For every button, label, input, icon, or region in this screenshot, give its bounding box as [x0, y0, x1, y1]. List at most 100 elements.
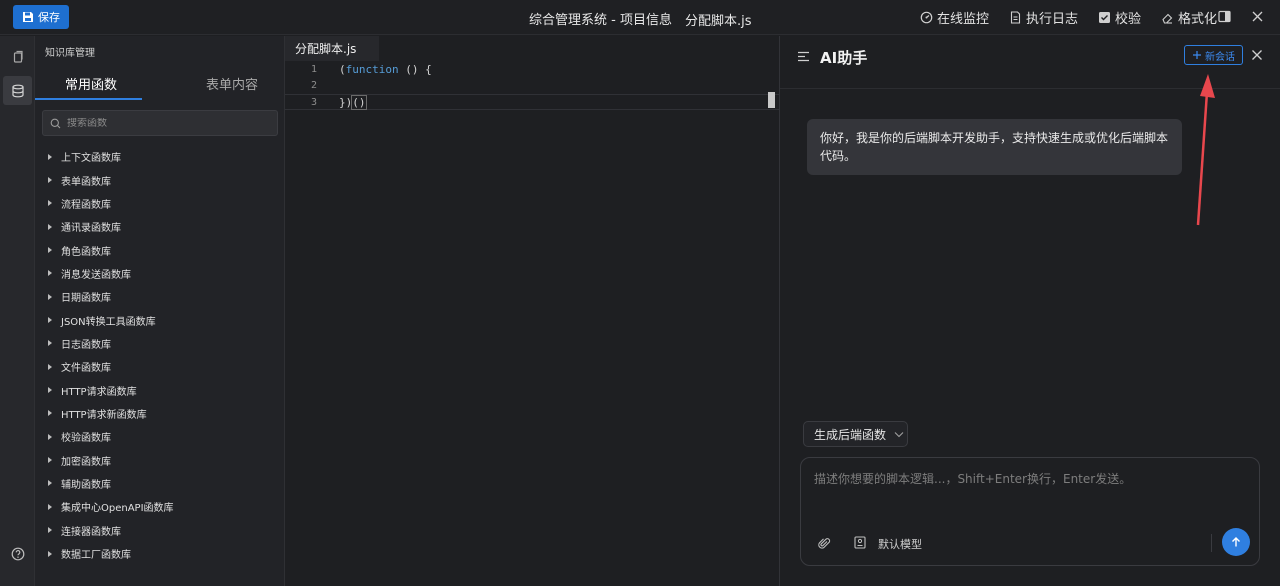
caret-right-icon: [48, 223, 52, 230]
mode-select-label: 生成后端函数: [814, 427, 887, 442]
library-tree-item[interactable]: HTTP请求函数库: [48, 378, 174, 401]
code-area[interactable]: 1 (function () { 2 3 })(): [285, 62, 779, 110]
editor-scrollbar-thumb[interactable]: [768, 92, 775, 108]
library-tree-item[interactable]: 数据工厂函数库: [48, 542, 174, 565]
library-tree-item[interactable]: 角色函数库: [48, 238, 174, 261]
tab-common-functions[interactable]: 常用函数: [65, 74, 117, 93]
library-tree-item[interactable]: 校验函数库: [48, 425, 174, 448]
library-tree-item[interactable]: 日期函数库: [48, 285, 174, 308]
send-button[interactable]: [1222, 528, 1250, 556]
copy-pages-icon: [13, 50, 23, 63]
help-icon: [11, 547, 24, 560]
caret-right-icon: [48, 363, 52, 370]
caret-right-icon: [48, 527, 52, 534]
library-tree-item[interactable]: 流程函数库: [48, 192, 174, 215]
library-tree-label: 辅助函数库: [61, 479, 111, 491]
caret-right-icon: [48, 433, 52, 440]
new-chat-button[interactable]: 新会话: [1184, 45, 1243, 65]
message-input[interactable]: [814, 470, 1244, 510]
library-tree-label: 流程函数库: [61, 199, 111, 211]
library-tree-label: 日志函数库: [61, 339, 111, 351]
caret-right-icon: [48, 503, 52, 510]
library-tree-label: 消息发送函数库: [61, 269, 131, 281]
library-tree-label: 上下文函数库: [61, 153, 121, 165]
caret-right-icon: [48, 457, 52, 464]
code-editor[interactable]: 分配脚本.js 1 (function () { 2 3 })(): [285, 36, 779, 586]
library-tree-item[interactable]: 通讯录函数库: [48, 215, 174, 238]
search-icon: [50, 118, 61, 128]
assistant-message: 你好，我是你的后端脚本开发助手，支持快速生成或优化后端脚本代码。: [807, 119, 1182, 175]
library-tree-item[interactable]: 集成中心OpenAPI函数库: [48, 495, 174, 518]
code-text: })(): [339, 95, 367, 110]
chevron-down-icon: [894, 431, 904, 437]
library-tree-item[interactable]: 加密函数库: [48, 448, 174, 471]
library-tree-label: 通讯录函数库: [61, 223, 121, 235]
validate-button[interactable]: 校验: [1098, 8, 1141, 27]
library-tree-label: 集成中心OpenAPI函数库: [61, 503, 174, 515]
floppy-disk-icon: [23, 12, 33, 22]
editor-tab[interactable]: 分配脚本.js: [285, 36, 379, 61]
close-panel-icon[interactable]: [1251, 49, 1263, 61]
library-tree-item[interactable]: JSON转换工具函数库: [48, 308, 174, 331]
library-tree-item[interactable]: 上下文函数库: [48, 145, 174, 168]
library-tree-label: JSON转换工具函数库: [61, 316, 156, 328]
split-panel-icon[interactable]: [1218, 10, 1231, 23]
caret-right-icon: [48, 387, 52, 394]
function-library-tree: 上下文函数库 表单函数库流程函数库通讯录函数库 角色函数库消息发送函数库 日期函数库 J…: [48, 145, 174, 565]
checkbox-icon: [1099, 12, 1111, 23]
save-button-label: 保存: [38, 11, 60, 24]
caret-right-icon: [48, 247, 52, 254]
model-icon[interactable]: [854, 536, 866, 549]
function-search[interactable]: [42, 110, 278, 136]
caret-right-icon: [48, 340, 52, 347]
close-icon[interactable]: [1251, 10, 1264, 23]
execution-log-button[interactable]: 执行日志: [1009, 8, 1078, 27]
current-file-name: 分配脚本.js: [685, 14, 752, 29]
eraser-icon: [1162, 13, 1173, 24]
caret-right-icon: [48, 293, 52, 300]
library-tree-item[interactable]: 辅助函数库: [48, 472, 174, 495]
library-tree-item[interactable]: 日志函数库: [48, 332, 174, 355]
library-tree-label: 数据工厂函数库: [61, 550, 131, 562]
knowledge-base-rail-button[interactable]: [3, 76, 32, 105]
ai-panel-title: AI助手: [820, 49, 868, 67]
log-file-icon: [1010, 11, 1021, 24]
caret-right-icon: [48, 270, 52, 277]
caret-right-icon: [48, 317, 52, 324]
library-tree-label: 日期函数库: [61, 293, 111, 305]
model-select-label[interactable]: 默认模型: [878, 536, 922, 552]
library-tree-label: HTTP请求函数库: [61, 386, 137, 398]
top-toolbar: 保存 综合管理系统 - 项目信息 分配脚本.js 在线监控 执行日志 校验 格式…: [0, 0, 1280, 35]
format-label: 格式化: [1178, 12, 1218, 27]
library-tree-item[interactable]: 连接器函数库: [48, 519, 174, 542]
line-number: 2: [310, 80, 317, 91]
library-tree-label: 加密函数库: [61, 456, 111, 468]
plus-icon: [1193, 51, 1201, 59]
format-button[interactable]: 格式化: [1161, 8, 1217, 27]
library-tree-item[interactable]: 文件函数库: [48, 355, 174, 378]
search-input[interactable]: [67, 117, 257, 129]
help-rail-button[interactable]: [3, 539, 32, 568]
library-tree-item[interactable]: HTTP请求新函数库: [48, 402, 174, 425]
library-tree-label: 表单函数库: [61, 176, 111, 188]
library-tree-item[interactable]: 表单函数库: [48, 168, 174, 191]
online-monitor-button[interactable]: 在线监控: [920, 8, 989, 27]
panel-title: 知识库管理: [45, 48, 95, 59]
menu-lines-icon[interactable]: [797, 50, 810, 63]
editor-tabbar-empty: [379, 36, 779, 61]
paperclip-icon[interactable]: [818, 537, 831, 550]
caret-right-icon: [48, 550, 52, 557]
library-tree-label: 角色函数库: [61, 246, 111, 258]
tab-form-content[interactable]: 表单内容: [206, 74, 258, 93]
composer-divider: [1211, 534, 1212, 552]
new-chat-label: 新会话: [1205, 51, 1235, 63]
mode-select[interactable]: 生成后端函数: [803, 421, 908, 447]
caret-right-icon: [48, 480, 52, 487]
pages-rail-button[interactable]: [3, 42, 32, 71]
code-line: 1 (function () {: [285, 62, 779, 78]
library-tree-item[interactable]: 消息发送函数库: [48, 262, 174, 285]
save-button[interactable]: 保存: [13, 5, 69, 29]
page-title: 综合管理系统 - 项目信息: [529, 13, 672, 28]
toolbar-actions: 在线监控 执行日志 校验 格式化: [920, 8, 1237, 27]
execution-log-label: 执行日志: [1026, 12, 1079, 27]
